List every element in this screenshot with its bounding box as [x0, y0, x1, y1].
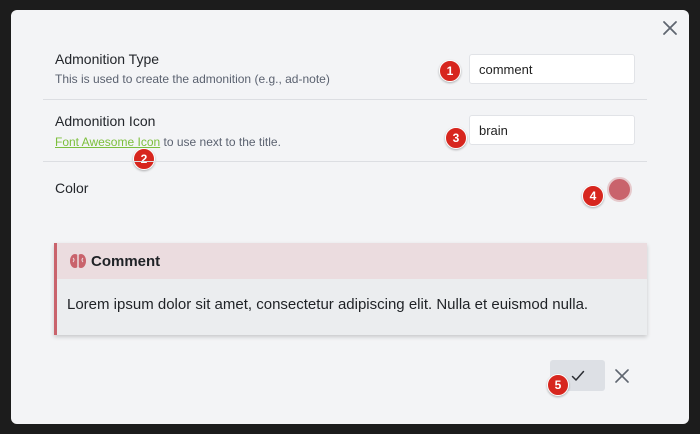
admonition-type-input[interactable]: [469, 54, 635, 84]
divider: [43, 161, 647, 162]
color-picker-swatch[interactable]: [607, 177, 632, 202]
admonition-icon-description-suffix: to use next to the title.: [160, 135, 281, 149]
brain-icon: [70, 254, 86, 268]
callout-badge-4: 4: [582, 185, 604, 207]
admonition-preview-header: Comment: [57, 243, 647, 279]
callout-badge-1: 1: [439, 60, 461, 82]
admonition-type-label: Admonition Type: [55, 51, 160, 67]
admonition-preview-body: Lorem ipsum dolor sit amet, consectetur …: [67, 296, 589, 313]
admonition-type-description: This is used to create the admonition (e…: [55, 72, 330, 86]
admonition-icon-input[interactable]: [469, 115, 635, 145]
divider: [43, 99, 647, 100]
font-awesome-link[interactable]: Font Awesome Icon: [55, 135, 160, 149]
callout-badge-3: 3: [445, 127, 467, 149]
check-icon: [571, 370, 584, 381]
cancel-button[interactable]: [614, 368, 630, 384]
close-modal-icon[interactable]: [661, 19, 679, 37]
admonition-icon-label: Admonition Icon: [55, 113, 156, 129]
admonition-icon-description: Font Awesome Icon to use next to the tit…: [55, 135, 281, 149]
callout-badge-2: 2: [133, 148, 155, 170]
color-label: Color: [55, 180, 89, 196]
admonition-preview: Comment Lorem ipsum dolor sit amet, cons…: [54, 243, 647, 335]
admonition-preview-title: Comment: [91, 252, 161, 270]
callout-badge-5: 5: [547, 374, 569, 396]
